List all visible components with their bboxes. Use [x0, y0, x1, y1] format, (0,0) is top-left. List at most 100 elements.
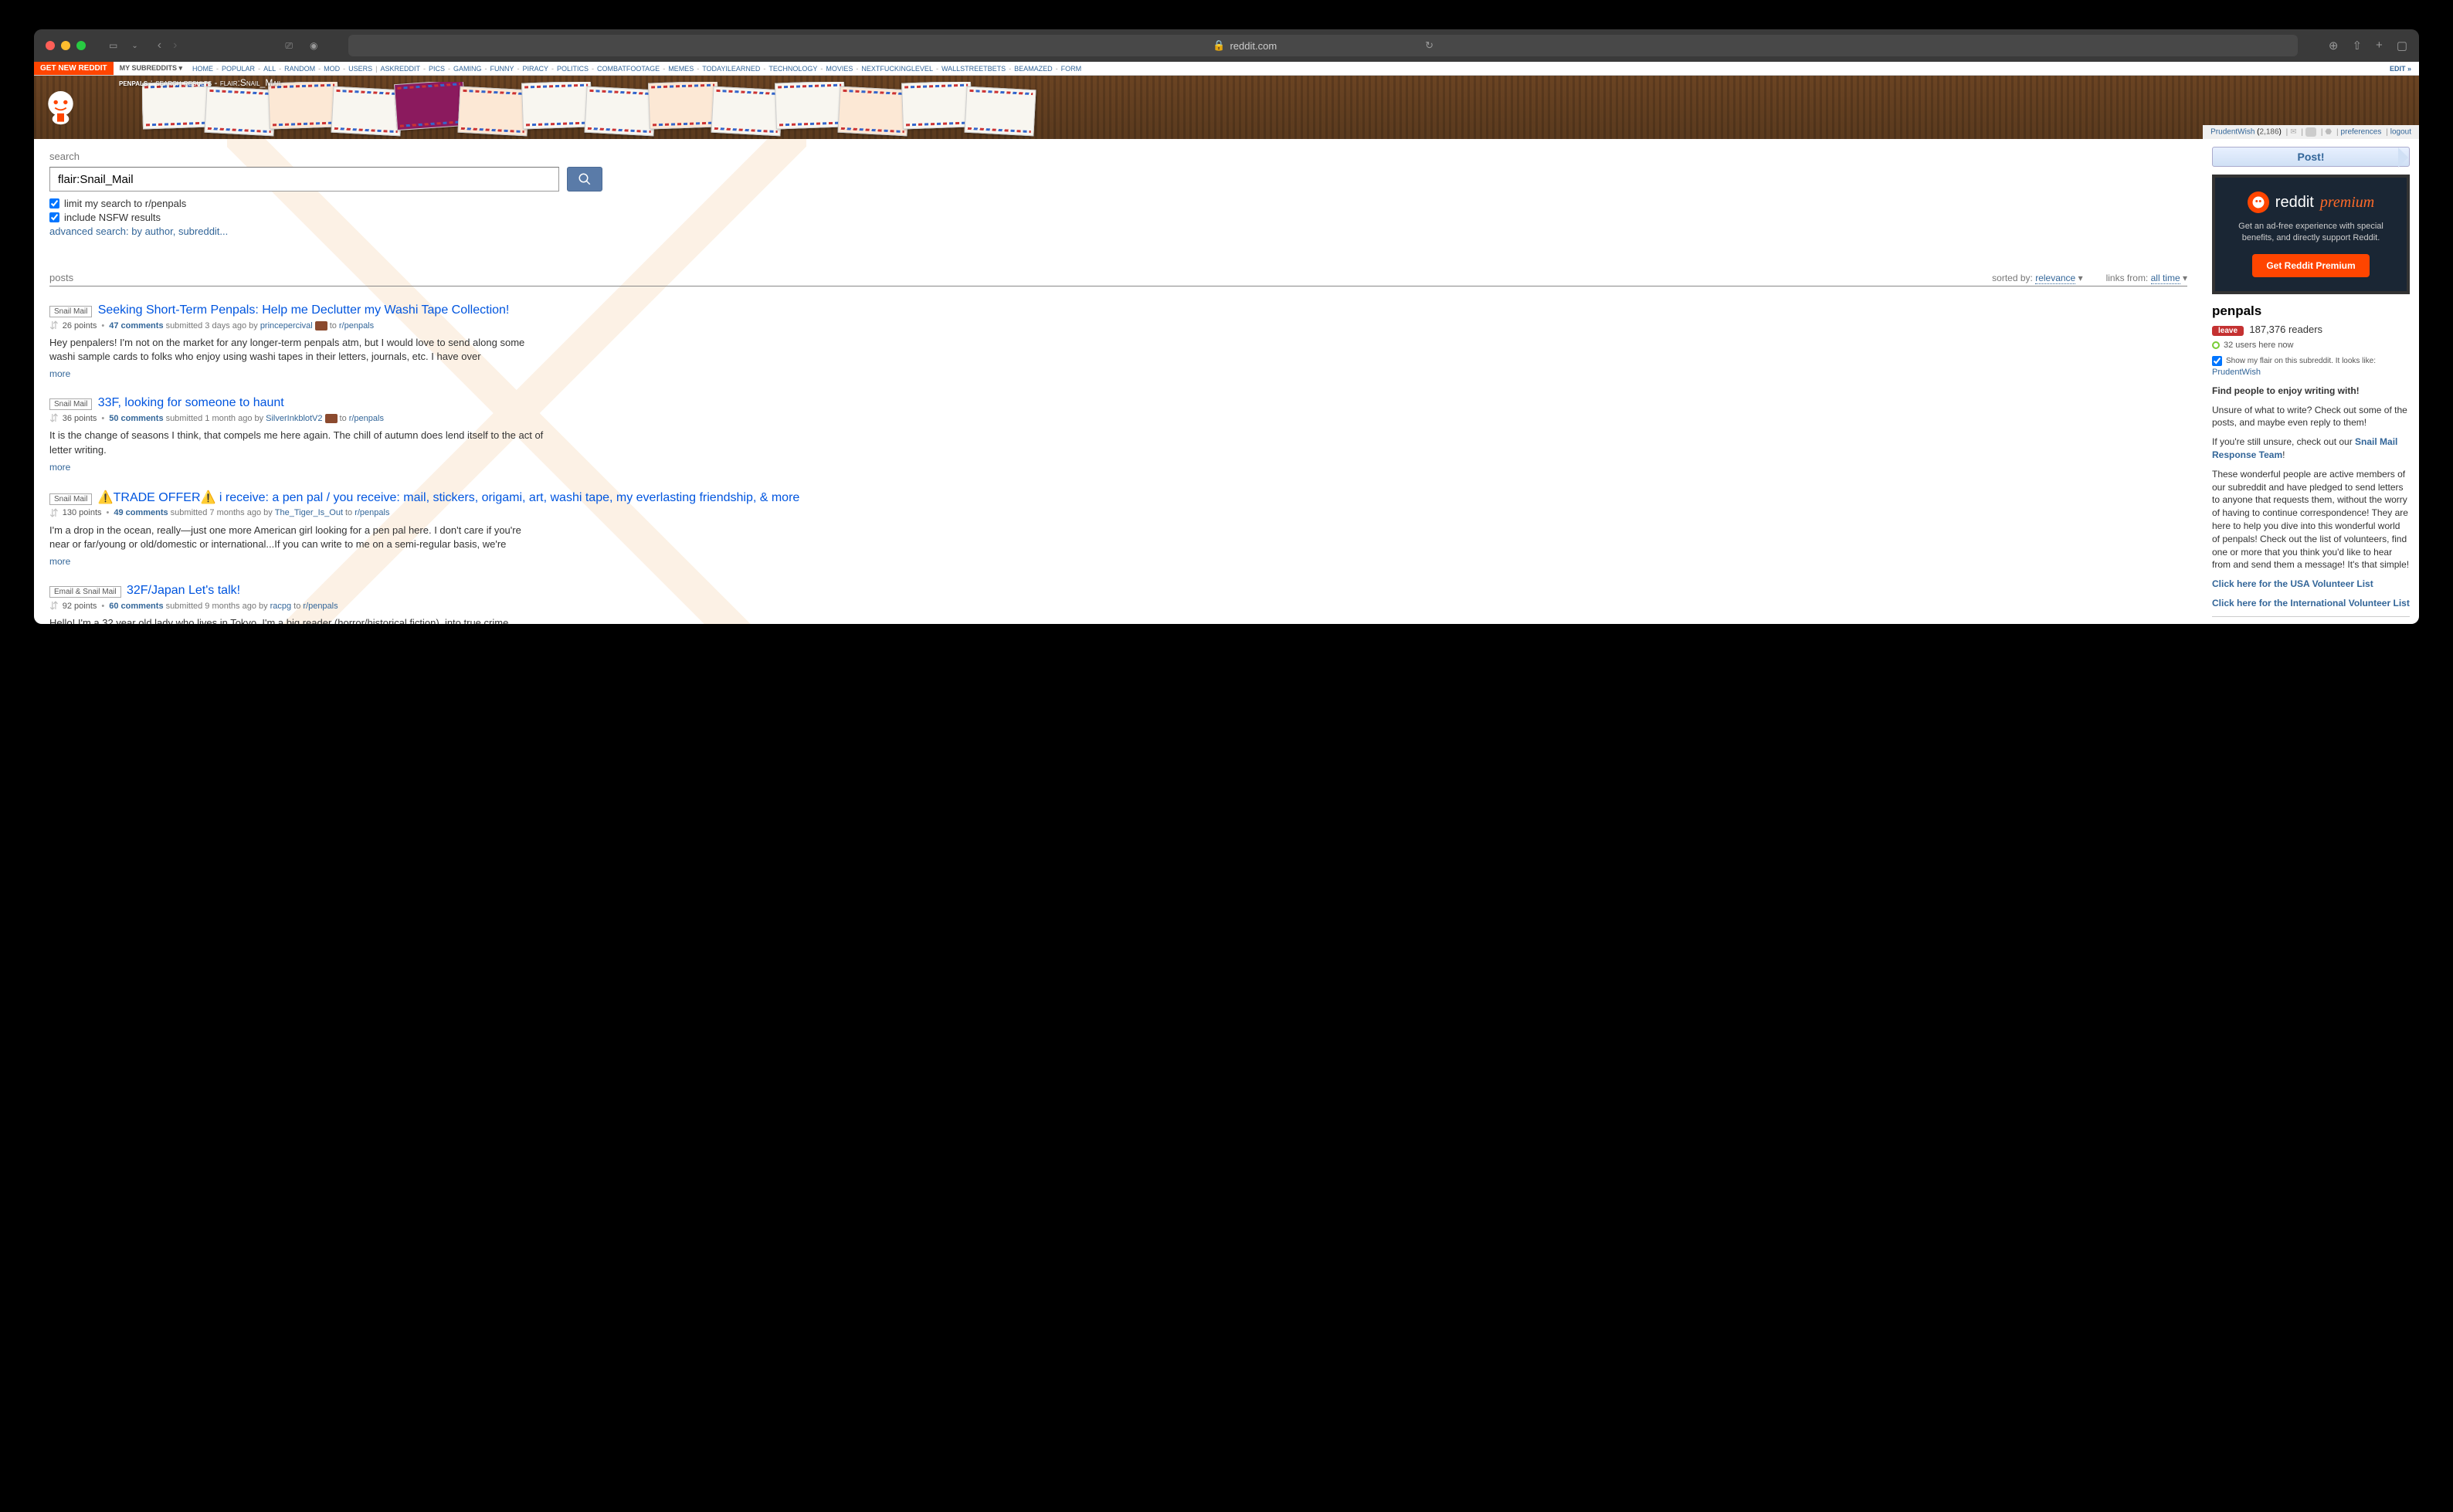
vote-arrows-icon[interactable]: ⇵: [49, 319, 59, 332]
nav-link[interactable]: COMBATFOOTAGE: [597, 65, 660, 73]
nav-link[interactable]: TECHNOLOGY: [768, 65, 817, 73]
sorted-by-control[interactable]: sorted by: relevance ▾: [1992, 273, 2082, 283]
usa-volunteer-link[interactable]: Click here for the USA Volunteer List: [2212, 578, 2373, 589]
post-body: I'm a drop in the ocean, really—just one…: [49, 524, 544, 551]
nav-mod[interactable]: MOD: [324, 65, 340, 73]
search-button[interactable]: [567, 167, 602, 192]
nav-link[interactable]: PICS: [429, 65, 445, 73]
flair-tag[interactable]: Email & Snail Mail: [49, 586, 121, 598]
more-link[interactable]: more: [49, 556, 70, 567]
close-window-button[interactable]: [46, 41, 55, 50]
links-from-control[interactable]: links from: all time ▾: [2106, 273, 2187, 283]
preferences-link[interactable]: preferences: [2341, 128, 2382, 137]
browser-toolbar: ▭ ⌄ ‹ › ⎚ ◉ 🔒 reddit.com ↻ ⊕ ⇧ + ▢: [34, 29, 2419, 62]
limit-search-checkbox-row[interactable]: limit my search to r/penpals: [49, 198, 2187, 209]
tabs-icon[interactable]: ▢: [2397, 39, 2407, 53]
subreddit-link[interactable]: r/penpals: [349, 414, 384, 423]
vote-arrows-icon[interactable]: ⇵: [49, 507, 59, 520]
my-subreddits-dropdown[interactable]: MY SUBREDDITS ▾: [114, 64, 188, 73]
author-link[interactable]: The_Tiger_Is_Out: [275, 508, 343, 517]
get-new-reddit-button[interactable]: GET NEW REDDIT: [34, 62, 114, 75]
subreddit-title-link[interactable]: penpals: [119, 77, 148, 88]
nav-link[interactable]: MOVIES: [826, 65, 853, 73]
subreddit-link[interactable]: r/penpals: [355, 508, 389, 517]
sidebar-toggle-group: ▭ ⌄: [109, 40, 138, 51]
search-input[interactable]: [49, 167, 559, 192]
flair-tag[interactable]: Snail Mail: [49, 306, 92, 317]
advanced-search-link[interactable]: advanced search: by author, subreddit...: [49, 225, 228, 237]
user-flair-link[interactable]: PrudentWish: [2212, 368, 2410, 377]
nav-link[interactable]: FORM: [1061, 65, 1082, 73]
chevron-down-icon[interactable]: ⌄: [131, 42, 137, 50]
author-link[interactable]: SilverInkblotV2: [266, 414, 322, 423]
edit-subscriptions-link[interactable]: EDIT »: [2390, 65, 2419, 73]
more-link[interactable]: more: [49, 462, 70, 473]
back-button[interactable]: ‹: [158, 39, 161, 53]
nav-link[interactable]: GAMING: [453, 65, 482, 73]
nav-link[interactable]: MEMES: [668, 65, 694, 73]
nav-link[interactable]: ASKREDDIT: [380, 65, 420, 73]
nsfw-checkbox[interactable]: [49, 212, 59, 222]
chat-icon[interactable]: [2305, 127, 2316, 137]
nav-home[interactable]: HOME: [192, 65, 213, 73]
post-title-link[interactable]: 33F, looking for someone to haunt: [98, 396, 284, 409]
show-flair-checkbox[interactable]: [2212, 356, 2222, 366]
nsfw-checkbox-row[interactable]: include NSFW results: [49, 212, 2187, 223]
shield-icon[interactable]: ⬣: [2325, 128, 2332, 137]
post-title-link[interactable]: 32F/Japan Let's talk!: [127, 584, 240, 597]
get-premium-button[interactable]: Get Reddit Premium: [2252, 254, 2369, 277]
user-flair-icon: [315, 321, 327, 331]
subreddit-link[interactable]: r/penpals: [339, 321, 374, 331]
post-item: Snail Mail Seeking Short-Term Penpals: H…: [49, 303, 2187, 379]
post-body: Hello! I'm a 32 year old lady who lives …: [49, 616, 544, 624]
intl-volunteer-link[interactable]: Click here for the International Volunte…: [2212, 598, 2410, 609]
karma-count: 2,186: [2260, 128, 2279, 137]
flair-tag[interactable]: Snail Mail: [49, 398, 92, 410]
share-icon[interactable]: ⇧: [2352, 39, 2362, 53]
show-flair-checkbox-row[interactable]: Show my flair on this subreddit. It look…: [2212, 356, 2410, 366]
privacy-icon[interactable]: ◉: [310, 40, 317, 51]
nav-random[interactable]: RANDOM: [284, 65, 315, 73]
flair-tag[interactable]: Snail Mail: [49, 493, 92, 505]
reddit-logo[interactable]: [43, 82, 78, 128]
post-title-link[interactable]: ⚠️TRADE OFFER⚠️ i receive: a pen pal / y…: [98, 491, 800, 504]
comments-link[interactable]: 60 comments: [109, 602, 163, 611]
nav-link[interactable]: POLITICS: [557, 65, 589, 73]
maximize-window-button[interactable]: [76, 41, 86, 50]
sidebar-icon[interactable]: ▭: [109, 40, 117, 51]
nav-link[interactable]: NEXTFUCKINGLEVEL: [861, 65, 933, 73]
vote-arrows-icon[interactable]: ⇵: [49, 599, 59, 612]
downloads-icon[interactable]: ⊕: [2329, 39, 2339, 53]
vote-arrows-icon[interactable]: ⇵: [49, 412, 59, 425]
more-link[interactable]: more: [49, 368, 70, 379]
submit-post-button[interactable]: Post!: [2212, 147, 2410, 167]
url-bar[interactable]: 🔒 reddit.com ↻: [348, 35, 2297, 56]
nav-all[interactable]: ALL: [263, 65, 276, 73]
username-link[interactable]: PrudentWish: [2210, 128, 2255, 137]
logout-link[interactable]: logout: [2390, 128, 2411, 137]
minimize-window-button[interactable]: [61, 41, 70, 50]
refresh-icon[interactable]: ↻: [1425, 39, 1433, 52]
nav-link[interactable]: FUNNY: [490, 65, 514, 73]
nav-popular[interactable]: POPULAR: [222, 65, 255, 73]
forward-button[interactable]: ›: [173, 39, 177, 53]
subreddit-link[interactable]: r/penpals: [303, 602, 338, 611]
nav-users[interactable]: USERS: [348, 65, 372, 73]
nav-link[interactable]: PIRACY: [522, 65, 548, 73]
author-link[interactable]: racpg: [270, 602, 292, 611]
post-title-link[interactable]: Seeking Short-Term Penpals: Help me Decl…: [98, 303, 510, 317]
sidebar-text: If you're still unsure, check out our Sn…: [2212, 436, 2410, 462]
nav-link[interactable]: BEAMAZED: [1014, 65, 1053, 73]
new-tab-icon[interactable]: +: [2376, 39, 2383, 53]
limit-search-checkbox[interactable]: [49, 198, 59, 208]
comments-link[interactable]: 49 comments: [114, 508, 168, 517]
nav-link[interactable]: WALLSTREETBETS: [942, 65, 1006, 73]
comments-link[interactable]: 47 comments: [109, 321, 163, 331]
mail-icon[interactable]: ✉: [2290, 128, 2296, 137]
comments-link[interactable]: 50 comments: [109, 414, 163, 423]
author-link[interactable]: princepercival: [260, 321, 313, 331]
post-item: Snail Mail ⚠️TRADE OFFER⚠️ i receive: a …: [49, 490, 2187, 567]
nav-link[interactable]: TODAYILEARNED: [702, 65, 760, 73]
screen-share-icon[interactable]: ⎚: [285, 40, 293, 52]
leave-button[interactable]: leave: [2212, 326, 2244, 336]
